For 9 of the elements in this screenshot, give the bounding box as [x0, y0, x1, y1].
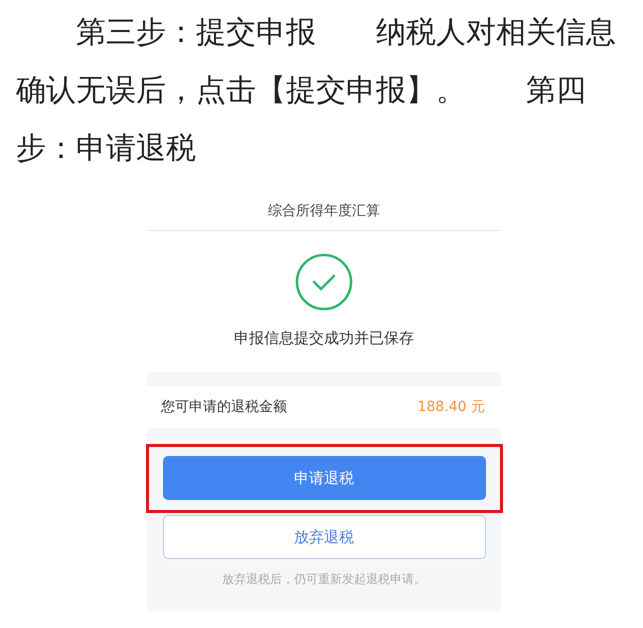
screen-title: 综合所得年度汇算	[147, 192, 501, 231]
waive-refund-button[interactable]: 放弃退税	[162, 515, 486, 559]
refund-amount: 188.40 元	[418, 398, 485, 416]
apply-refund-button[interactable]: 申请退税	[162, 456, 486, 500]
success-check-icon	[295, 253, 353, 311]
success-message: 申报信息提交成功并已保存	[234, 329, 414, 348]
refund-label: 您可申请的退税金额	[161, 398, 287, 416]
article-paragraph: 第三步：提交申报 纳税人对相关信息确认无误后，点击【提交申报】。 第四步：申请退税	[15, 14, 617, 168]
hint-text: 放弃退税后，仍可重新发起退税申请。	[221, 571, 427, 588]
